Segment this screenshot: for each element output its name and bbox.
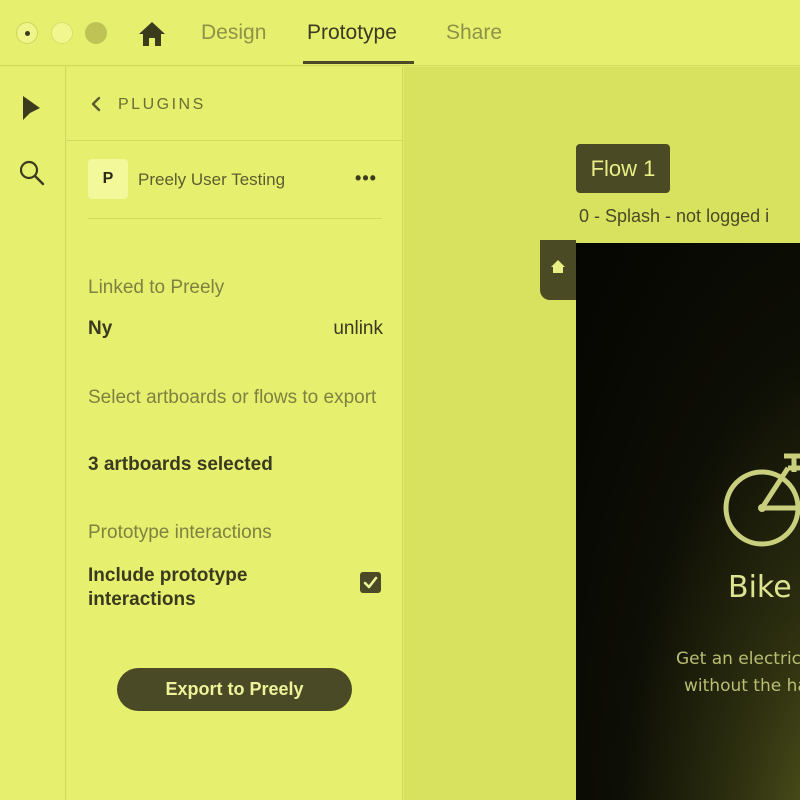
- select-artboards-label: Select artboards or flows to export: [88, 387, 377, 408]
- interactions-label: Prototype interactions: [88, 522, 272, 543]
- chevron-left-icon[interactable]: [89, 96, 103, 112]
- plugins-panel: PLUGINS P Preely User Testing ••• Linked…: [67, 67, 403, 800]
- plugin-name: Preely User Testing: [138, 170, 286, 189]
- home-icon: [551, 260, 565, 273]
- design-canvas[interactable]: Flow 1 0 - Splash - not logged i Bike a …: [404, 67, 800, 800]
- select-tool-button[interactable]: [18, 94, 46, 122]
- tool-rail: [0, 67, 66, 800]
- panel-title: PLUGINS: [118, 96, 206, 113]
- plugin-row: P Preely User Testing •••: [88, 159, 382, 219]
- tab-share[interactable]: Share: [446, 20, 502, 64]
- arrow-pointer-icon: [23, 96, 40, 120]
- window-close-button[interactable]: [16, 22, 38, 44]
- artboard-name[interactable]: 0 - Splash - not logged i: [579, 206, 800, 227]
- search-icon: [19, 160, 45, 186]
- active-tab-indicator: [303, 61, 414, 64]
- window-minimize-button[interactable]: [51, 22, 73, 44]
- artboard-preview[interactable]: Bike a Get an electric without the ha: [576, 243, 800, 800]
- top-bar: Design Prototype Share: [0, 0, 800, 66]
- plugin-logo: P: [88, 159, 128, 199]
- artboard-subtitle-line1: Get an electric: [676, 649, 800, 669]
- project-name: Ny: [88, 318, 113, 339]
- panel-header: PLUGINS: [67, 67, 403, 141]
- checkmark-icon: [363, 576, 378, 589]
- unlink-link[interactable]: unlink: [317, 318, 383, 340]
- artboard-title: Bike a: [728, 570, 800, 605]
- window-zoom-button[interactable]: [85, 22, 107, 44]
- flow-label[interactable]: Flow 1: [576, 144, 670, 193]
- more-horizontal-icon[interactable]: •••: [350, 167, 382, 191]
- flow-start-marker[interactable]: [540, 240, 576, 300]
- selection-summary: 3 artboards selected: [88, 454, 273, 475]
- bicycle-icon: [723, 453, 800, 547]
- tab-prototype[interactable]: Prototype: [307, 20, 397, 64]
- linked-label: Linked to Preely: [88, 277, 225, 298]
- search-tool-button[interactable]: [18, 159, 46, 187]
- home-icon[interactable]: [137, 20, 167, 48]
- tab-design[interactable]: Design: [201, 20, 266, 64]
- artboard-subtitle-line2: without the ha: [684, 676, 800, 696]
- include-interactions-checkbox[interactable]: [360, 572, 381, 593]
- export-button[interactable]: Export to Preely: [117, 668, 352, 711]
- include-interactions-label: Include prototype interactions: [88, 565, 248, 610]
